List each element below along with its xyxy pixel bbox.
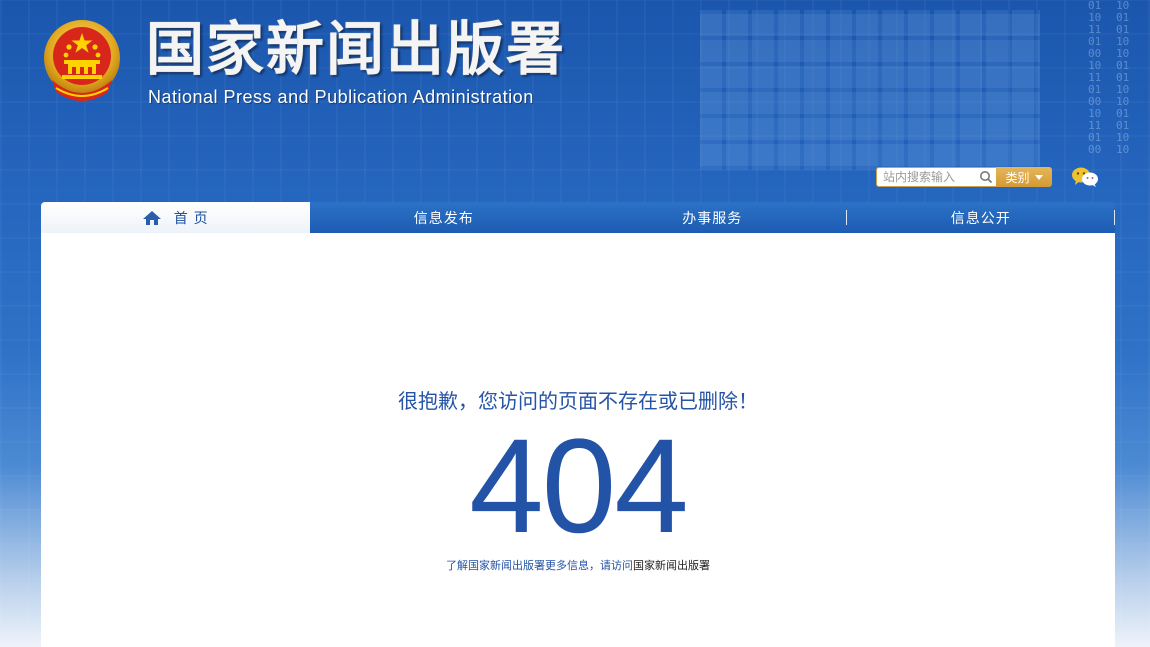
error-code: 404 [469,412,689,561]
chevron-down-icon [1034,174,1043,180]
nav-divider [1114,210,1115,225]
nav-item-info-release[interactable]: 信息发布 [310,202,579,233]
nav-item-services[interactable]: 办事服务 [578,202,847,233]
search-input[interactable] [876,167,976,187]
search-bar: 类别 [876,167,1052,187]
home-link[interactable]: 国家新闻出版署 [633,559,710,572]
nav-item-home[interactable]: 首 页 [41,202,310,233]
background-grid-decoration [700,10,1040,170]
error-message: 很抱歉，您访问的页面不存在或已删除！ [398,389,758,413]
nav-item-label: 信息公开 [950,209,1011,226]
background-binary-decoration: 10010110100101101001011010 [1116,0,1130,156]
search-icon [980,171,993,184]
nav-item-label: 首 页 [173,209,209,226]
search-button[interactable] [976,167,996,187]
nav-item-label: 信息发布 [413,209,474,226]
site-title: 国家新闻出版署 [146,15,567,83]
category-label: 类别 [1005,170,1030,185]
site-subtitle: National Press and Publication Administr… [148,87,534,107]
national-emblem-icon [42,18,122,104]
main-nav: 首 页 信息发布 办事服务 信息公开 [41,202,1115,233]
category-dropdown[interactable]: 类别 [996,167,1052,187]
nav-item-label: 办事服务 [682,209,743,226]
more-info-prefix: 了解国家新闻出版署更多信息，请访问 [446,559,633,572]
home-icon [142,210,161,225]
nav-item-info-disclosure[interactable]: 信息公开 [847,202,1115,233]
wechat-icon[interactable] [1071,166,1099,188]
more-info-text: 了解国家新闻出版署更多信息，请访问国家新闻出版署 [41,557,1115,573]
main-content: 很抱歉，您访问的页面不存在或已删除！ 404 了解国家新闻出版署更多信息，请访问… [41,233,1115,647]
